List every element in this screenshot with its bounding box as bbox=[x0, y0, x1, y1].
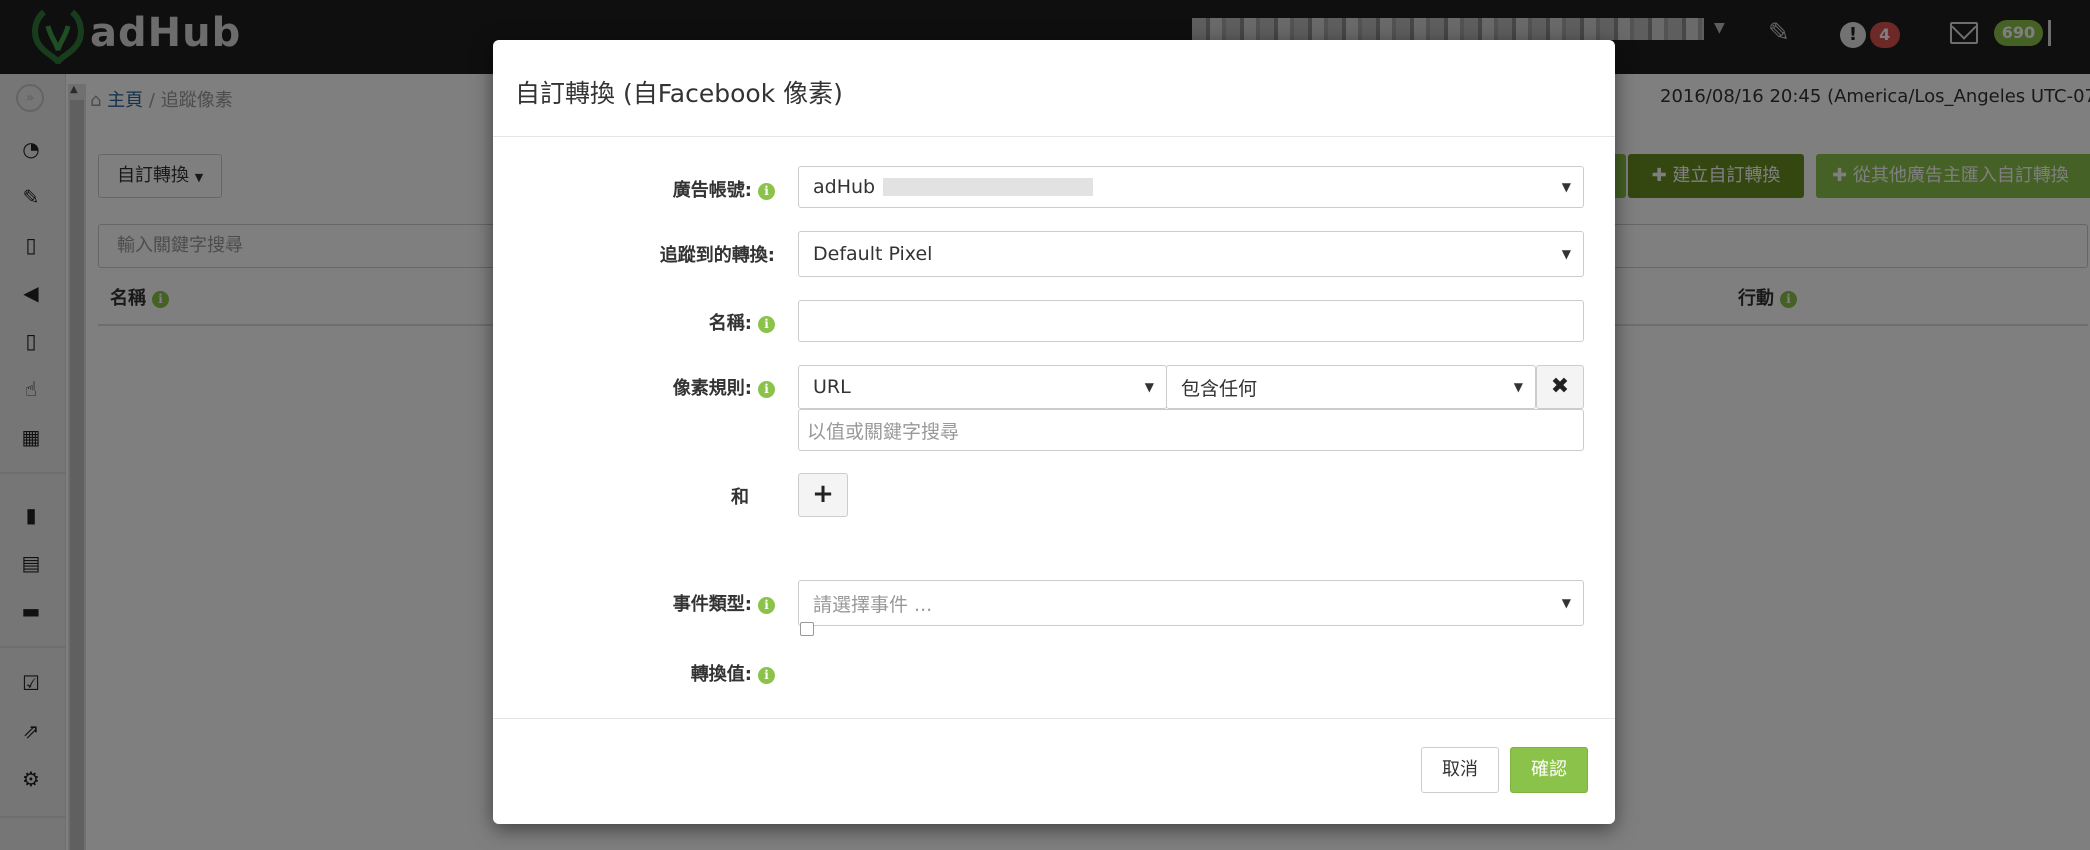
conversion-value-label: 轉換值: i bbox=[535, 660, 775, 686]
confirm-button[interactable]: 確認 bbox=[1510, 747, 1588, 793]
pixel-rule-operator-select[interactable]: 包含任何 ▼ bbox=[1166, 365, 1536, 409]
tracked-conversion-value: Default Pixel bbox=[813, 243, 933, 265]
remove-rule-button[interactable]: ✖ bbox=[1536, 365, 1584, 409]
conversion-value-checkbox[interactable] bbox=[800, 622, 814, 636]
modal-header-divider bbox=[493, 136, 1615, 137]
pixel-rule-value-input[interactable]: 以值或關鍵字搜尋 bbox=[798, 409, 1584, 451]
ad-account-label: 廣告帳號: i bbox=[535, 176, 775, 202]
pixel-rule-label: 像素規則: i bbox=[535, 374, 775, 400]
event-type-placeholder: 請選擇事件 ... bbox=[813, 593, 933, 616]
ad-account-value-text: adHub bbox=[813, 176, 876, 198]
close-icon: ✖ bbox=[1550, 374, 1570, 399]
pixel-rule-field-value: URL bbox=[813, 376, 851, 398]
info-icon: i bbox=[758, 380, 775, 398]
event-type-label: 事件類型: i bbox=[535, 590, 775, 616]
caret-down-icon: ▼ bbox=[1561, 596, 1571, 610]
and-label: 和 bbox=[731, 487, 749, 508]
name-label: 名稱: i bbox=[535, 309, 775, 335]
caret-down-icon: ▼ bbox=[1561, 180, 1571, 194]
cancel-button[interactable]: 取消 bbox=[1421, 747, 1499, 793]
ad-account-select[interactable]: adHub ▼ bbox=[798, 166, 1584, 208]
ad-account-label-text: 廣告帳號: bbox=[672, 180, 752, 201]
info-icon: i bbox=[758, 666, 775, 684]
pixel-rule-field-select[interactable]: URL ▼ bbox=[798, 365, 1167, 409]
name-label-text: 名稱: bbox=[708, 313, 752, 334]
custom-conversion-modal: 自訂轉換 (自Facebook 像素) 廣告帳號: i adHub ▼ 追蹤到的轉… bbox=[493, 40, 1615, 824]
modal-footer-divider bbox=[493, 718, 1615, 719]
info-icon: i bbox=[758, 182, 775, 200]
info-icon: i bbox=[758, 315, 775, 333]
ad-account-value: adHub bbox=[813, 167, 1094, 207]
pixel-rule-label-text: 像素規則: bbox=[672, 378, 752, 399]
pixel-rule-operator-value: 包含任何 bbox=[1181, 377, 1258, 400]
masked-account-id bbox=[883, 178, 1094, 196]
plus-icon: + bbox=[812, 479, 834, 509]
event-type-label-text: 事件類型: bbox=[672, 594, 752, 615]
caret-down-icon: ▼ bbox=[1561, 247, 1571, 261]
caret-down-icon: ▼ bbox=[1144, 380, 1154, 394]
add-rule-button[interactable]: + bbox=[798, 473, 848, 517]
event-type-select[interactable]: 請選擇事件 ... ▼ bbox=[798, 580, 1584, 626]
info-icon: i bbox=[758, 596, 775, 614]
name-input[interactable] bbox=[798, 300, 1584, 342]
caret-down-icon: ▼ bbox=[1513, 380, 1523, 394]
tracked-conversion-select[interactable]: Default Pixel ▼ bbox=[798, 231, 1584, 277]
conversion-value-label-text: 轉換值: bbox=[690, 664, 752, 685]
tracked-conversion-label: 追蹤到的轉換: bbox=[659, 245, 775, 266]
pixel-rule-value-placeholder: 以值或關鍵字搜尋 bbox=[807, 420, 960, 443]
modal-title: 自訂轉換 (自Facebook 像素) bbox=[515, 79, 843, 108]
